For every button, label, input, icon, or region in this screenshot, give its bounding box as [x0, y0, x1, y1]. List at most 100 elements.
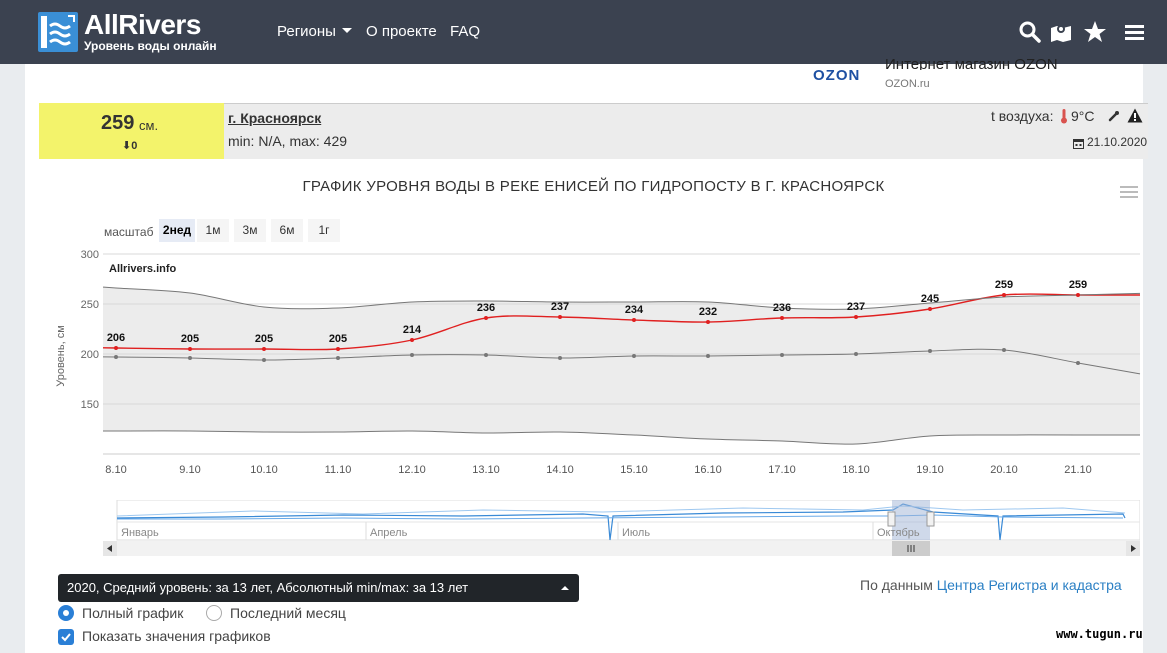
x-tick-label: 12.10 [398, 464, 426, 476]
series-select[interactable]: 2020, Средний уровень: за 13 лет, Абсолю… [58, 574, 579, 602]
y-tick-label: 150 [81, 399, 99, 411]
brand-subtitle: Уровень воды онлайн [84, 39, 217, 53]
chart-credit: Allrivers.info [109, 263, 177, 275]
search-icon[interactable] [1018, 20, 1042, 44]
data-label: 205 [329, 333, 347, 345]
data-label: 214 [403, 324, 422, 336]
data-point-current [706, 320, 710, 324]
radio-full-chart[interactable] [58, 605, 74, 621]
hamburger-menu-icon[interactable] [1124, 20, 1148, 44]
data-label: 232 [699, 306, 717, 318]
x-tick-label: 16.10 [694, 464, 722, 476]
radio-last-month-label[interactable]: Последний месяц [230, 605, 346, 621]
x-tick-label: 10.10 [250, 464, 278, 476]
data-label: 206 [107, 332, 125, 344]
ad-url[interactable]: OZON.ru [885, 78, 930, 90]
data-point-average [484, 353, 488, 357]
data-point-current [780, 316, 784, 320]
allrivers-logo-icon[interactable] [38, 12, 78, 52]
wrench-icon[interactable] [1108, 109, 1120, 122]
data-label: 205 [181, 333, 199, 345]
data-label: 236 [773, 302, 791, 314]
zoom-1y-button[interactable]: 1г [308, 219, 340, 242]
data-point-average [706, 354, 710, 358]
data-point-average [1002, 348, 1006, 352]
data-point-current [1076, 293, 1080, 297]
x-tick-label: 11.10 [325, 464, 352, 476]
navigator-left-handle[interactable] [887, 511, 896, 527]
data-label: 259 [1069, 279, 1087, 291]
ozon-logo[interactable]: OZON [813, 67, 860, 84]
zoom-6m-button[interactable]: 6м [271, 219, 303, 242]
x-tick-label: 21.10 [1064, 464, 1092, 476]
level-delta: ⬇0 [122, 140, 138, 152]
nav-faq-link[interactable]: FAQ [450, 23, 480, 41]
scrollbar-track[interactable] [117, 541, 1126, 556]
data-label: 234 [625, 304, 644, 316]
data-point-average [780, 353, 784, 357]
data-point-current [262, 347, 266, 351]
y-tick-label: 300 [81, 249, 99, 261]
brand-title[interactable]: AllRivers [84, 10, 201, 40]
nav-about-link[interactable]: О проекте [366, 23, 437, 41]
current-level-value: 259 [101, 112, 135, 134]
radio-last-month[interactable] [206, 605, 222, 621]
data-source-link[interactable]: Центра Регистра и кадастра [937, 577, 1122, 593]
min-max-text: min: N/A, max: 429 [228, 133, 348, 149]
radio-full-chart-label[interactable]: Полный график [82, 605, 183, 621]
data-label: 237 [551, 301, 569, 313]
data-point-current [1002, 293, 1006, 297]
navigator-right-handle[interactable] [926, 511, 935, 527]
x-tick-label: 13.10 [472, 464, 500, 476]
x-tick-label: 18.10 [842, 464, 870, 476]
current-level-unit: см. [139, 118, 159, 133]
data-point-average [558, 356, 562, 360]
city-link[interactable]: г. Красноярск [228, 110, 321, 126]
minmax-band [103, 287, 1140, 445]
data-label: 259 [995, 279, 1013, 291]
data-point-average [336, 356, 340, 360]
data-point-average [1076, 361, 1080, 365]
air-temp-value: 9°C [1071, 108, 1095, 124]
nav-regions-dropdown[interactable]: Регионы [277, 23, 352, 41]
ad-title[interactable]: Интернет магазин OZON [885, 56, 1058, 70]
caret-up-icon [561, 586, 569, 590]
data-label: 245 [921, 293, 939, 305]
x-tick-label: 19.10 [916, 464, 944, 476]
star-icon[interactable] [1083, 20, 1107, 44]
data-label: 205 [255, 333, 273, 345]
data-source: По данным Центра Регистра и кадастра [860, 577, 1122, 593]
data-point-current [632, 318, 636, 322]
map-marker-icon[interactable] [1049, 20, 1073, 44]
y-axis-title: Уровень, см [55, 325, 67, 387]
show-values-checkbox[interactable] [58, 629, 74, 645]
navigator-month-label: Январь [121, 527, 159, 539]
x-tick-label: 8.10 [105, 464, 126, 476]
data-point-current [410, 338, 414, 342]
zoom-label: масштаб [104, 225, 154, 239]
navbar: AllRivers Уровень воды онлайн Регионы О … [0, 0, 1167, 64]
zoom-2w-button[interactable]: 2нед [159, 219, 195, 242]
data-point-current [854, 315, 858, 319]
nav-regions-label: Регионы [277, 23, 336, 40]
x-tick-label: 20.10 [990, 464, 1018, 476]
x-tick-label: 15.10 [620, 464, 648, 476]
y-tick-label: 200 [81, 349, 99, 361]
water-level-chart[interactable]: 150 200 250 300 Уровень, см Allrivers.info 206… [45, 244, 1145, 476]
thermometer-icon [1060, 108, 1068, 124]
chart-menu-icon[interactable] [1120, 185, 1138, 199]
warning-icon[interactable] [1127, 108, 1143, 123]
data-point-current [558, 315, 562, 319]
air-temp-label: t воздуха: [991, 108, 1054, 124]
show-values-label[interactable]: Показать значения графиков [82, 628, 271, 644]
data-source-prefix: По данным [860, 577, 937, 593]
data-point-average [188, 356, 192, 360]
chart-title: ГРАФИК УРОВНЯ ВОДЫ В РЕКЕ ЕНИСЕЙ ПО ГИДР… [302, 178, 885, 195]
x-tick-label: 9.10 [179, 464, 200, 476]
observation-date: 21.10.2020 [1087, 135, 1148, 149]
zoom-3m-button[interactable]: 3м [234, 219, 266, 242]
zoom-1m-button[interactable]: 1м [197, 219, 229, 242]
series-select-value: 2020, Средний уровень: за 13 лет, Абсолю… [67, 580, 469, 595]
chart-navigator[interactable]: Январь Апрель Июль Октябрь [103, 500, 1140, 556]
data-point-average [114, 355, 118, 359]
